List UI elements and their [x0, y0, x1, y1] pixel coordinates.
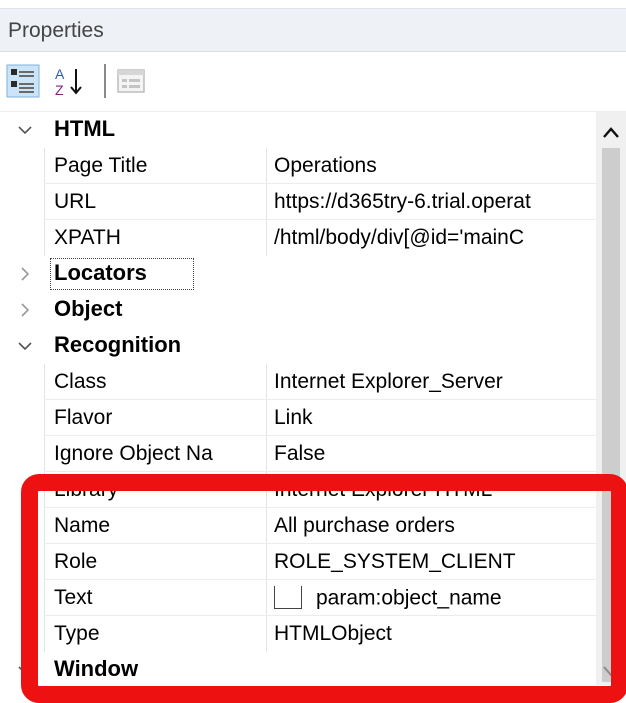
category-row-html[interactable]: HTML: [0, 112, 596, 148]
property-row-flavor[interactable]: Flavor Link: [0, 400, 596, 436]
property-value[interactable]: Link: [274, 406, 596, 430]
property-pages-icon: [117, 69, 145, 93]
category-row-recognition[interactable]: Recognition: [0, 328, 596, 364]
properties-toolbar: A Z: [0, 52, 626, 112]
property-value[interactable]: Operations: [274, 154, 596, 178]
property-row-page-title[interactable]: Page Title Operations: [0, 148, 596, 184]
chevron-up-icon: [603, 127, 619, 138]
svg-text:Z: Z: [55, 82, 64, 98]
property-name: Ignore Object Na: [54, 442, 213, 465]
highlight-annotation: [21, 474, 626, 703]
property-pages-button[interactable]: [114, 64, 148, 98]
category-label: Recognition: [54, 332, 182, 357]
categorized-icon: [6, 64, 40, 98]
property-value[interactable]: Internet Explorer_Server: [274, 370, 596, 394]
categorized-button[interactable]: [6, 64, 40, 98]
chevron-right-icon[interactable]: [14, 263, 36, 285]
chevron-down-icon[interactable]: [14, 119, 36, 141]
category-label: HTML: [54, 116, 116, 141]
top-strip: [0, 0, 626, 8]
toolbar-separator: [104, 64, 106, 98]
property-name: URL: [54, 190, 97, 213]
sort-alphabetical-icon: A Z: [55, 66, 82, 98]
category-label: Object: [54, 296, 123, 321]
property-row-class[interactable]: Class Internet Explorer_Server: [0, 364, 596, 400]
focus-rectangle: [50, 258, 194, 290]
alphabetical-button[interactable]: A Z: [52, 64, 86, 98]
chevron-right-icon[interactable]: [14, 299, 36, 321]
properties-title-bar: Properties: [0, 8, 626, 52]
property-row-xpath[interactable]: XPATH /html/body/div[@id='mainC: [0, 220, 596, 256]
property-name: Flavor: [54, 406, 113, 429]
property-value[interactable]: False: [274, 442, 596, 466]
property-value[interactable]: /html/body/div[@id='mainC: [274, 226, 596, 250]
panel-title: Properties: [8, 19, 104, 42]
property-row-ignore-object-name[interactable]: Ignore Object Na False: [0, 436, 596, 472]
category-row-object[interactable]: Object: [0, 292, 596, 328]
chevron-down-icon[interactable]: [14, 335, 36, 357]
scroll-up-button[interactable]: [600, 122, 622, 144]
property-name: XPATH: [54, 226, 121, 249]
property-name: Page Title: [54, 154, 148, 177]
category-row-locators[interactable]: Locators: [0, 256, 596, 292]
property-value[interactable]: https://d365try-6.trial.operat: [274, 190, 596, 214]
property-name: Class: [54, 370, 107, 393]
svg-text:A: A: [55, 66, 65, 82]
property-row-url[interactable]: URL https://d365try-6.trial.operat: [0, 184, 596, 220]
